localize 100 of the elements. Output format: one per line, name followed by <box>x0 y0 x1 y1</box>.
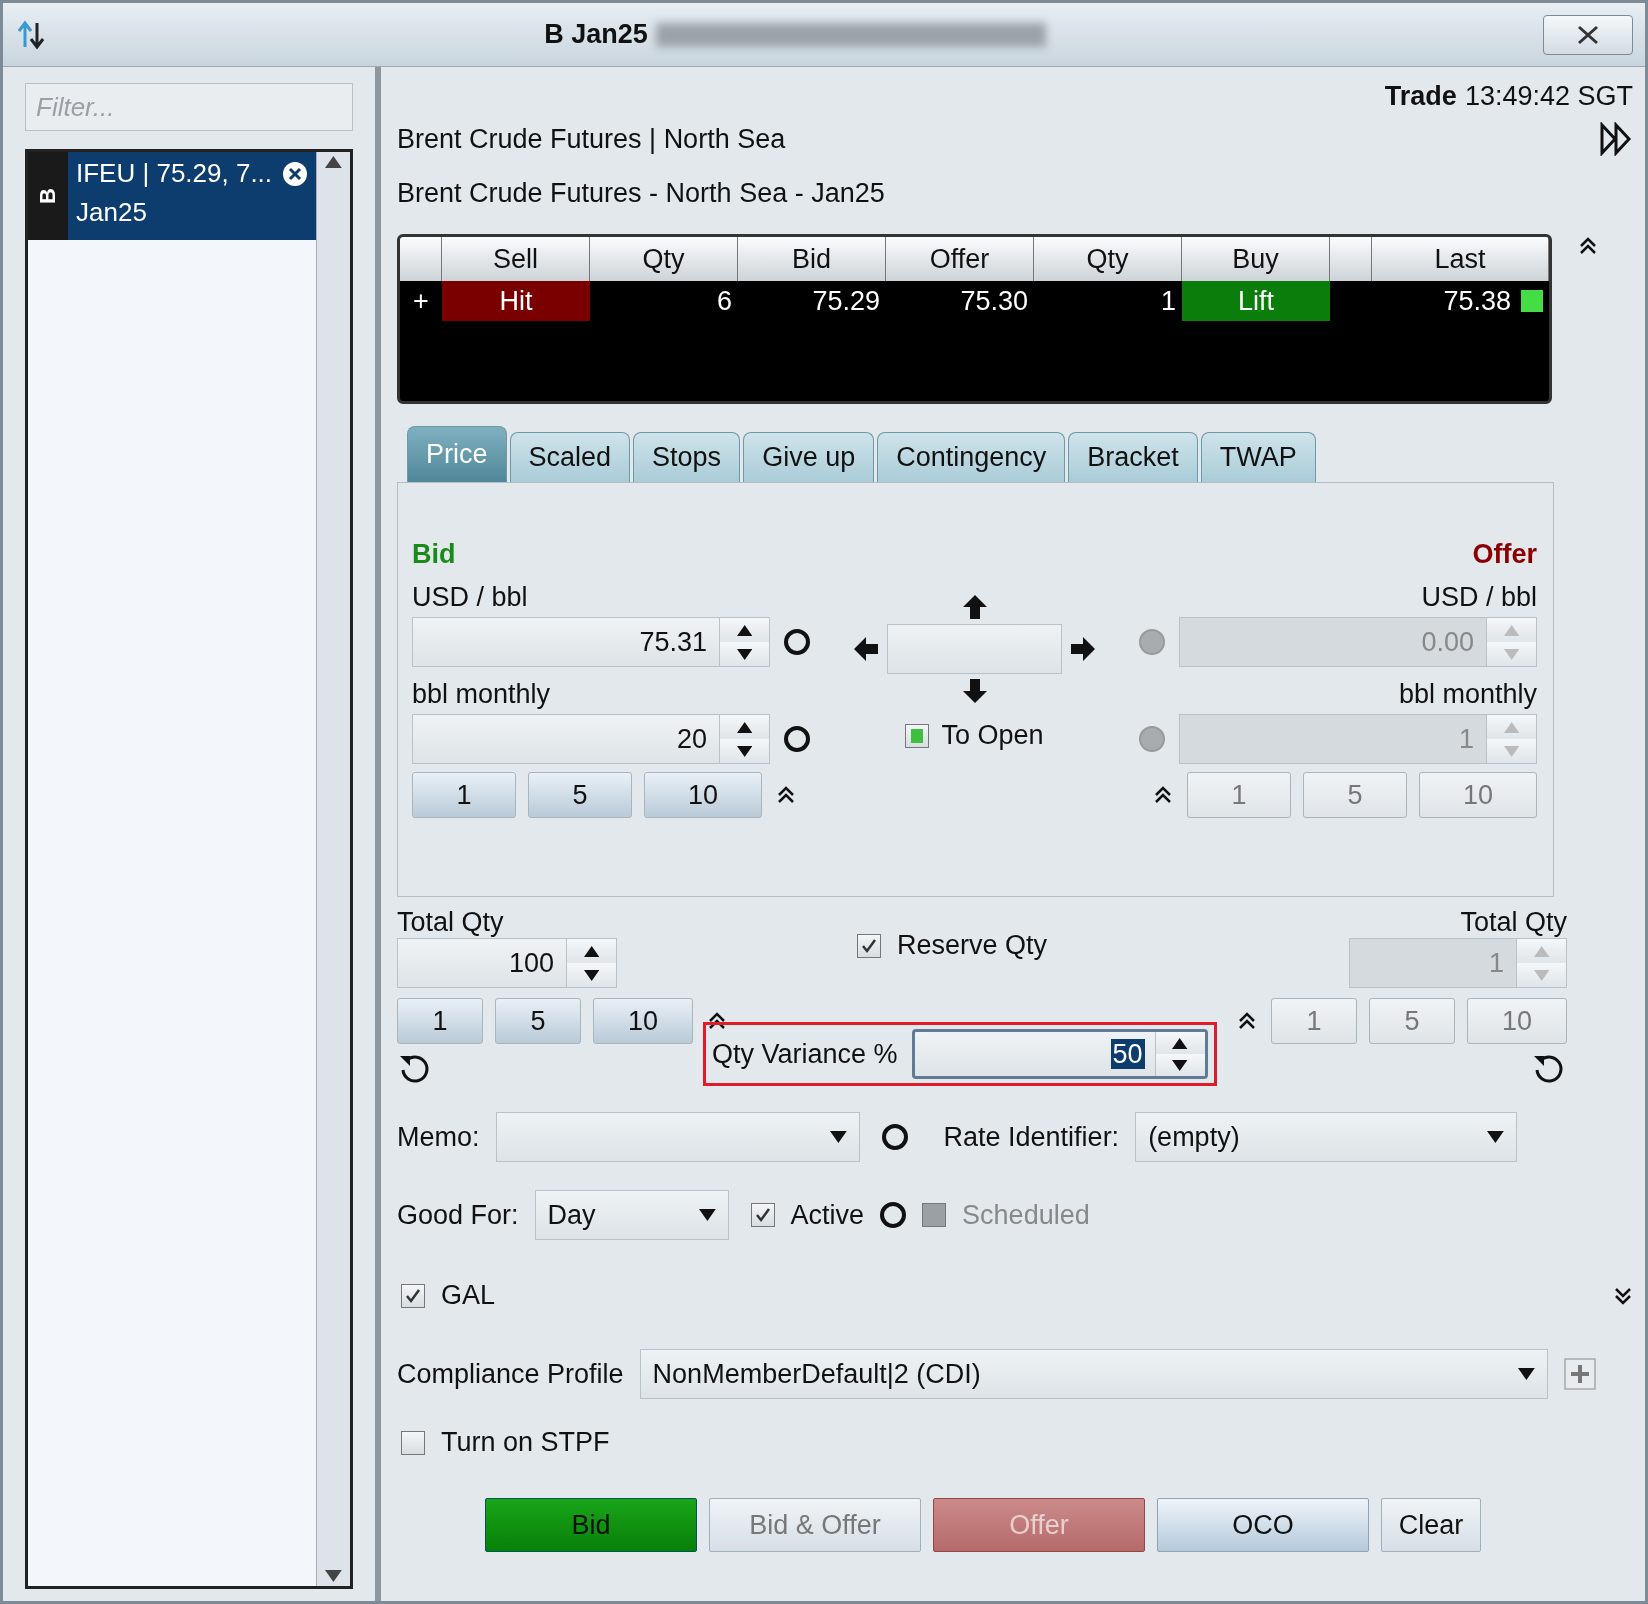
number-field[interactable]: 20 <box>412 714 770 764</box>
remove-icon[interactable] <box>282 160 308 187</box>
column-header <box>1330 237 1372 281</box>
down-arrow-icon <box>736 648 753 660</box>
rate-dropdown[interactable]: (empty) <box>1135 1112 1518 1162</box>
down-arrow-icon <box>829 1131 847 1143</box>
down-arrow-icon <box>698 1209 716 1221</box>
column-header: Qty <box>1034 237 1182 281</box>
down-arrow-icon <box>1533 969 1550 981</box>
spin-up-button[interactable] <box>720 715 769 739</box>
increment-button[interactable]: 1 <box>397 998 483 1044</box>
number-field[interactable]: 50 <box>911 1029 1208 1079</box>
up-arrow-icon <box>1172 1037 1188 1049</box>
lift-button[interactable]: Lift <box>1182 281 1330 321</box>
arrow-icon[interactable] <box>853 636 879 662</box>
checkbox[interactable] <box>750 1203 775 1227</box>
checkbox[interactable] <box>401 1283 425 1308</box>
trade-time: 13:49:42 SGT <box>1464 81 1633 112</box>
column-header: Sell <box>442 237 590 281</box>
compliance-dropdown[interactable]: NonMemberDefault|2 (CDI) <box>639 1349 1548 1399</box>
spin-up-button[interactable] <box>720 618 769 642</box>
checkbox-label: GAL <box>441 1280 496 1311</box>
list-item[interactable]: B IFEU | 75.29, 7... Jan25 <box>28 152 316 240</box>
checkbox-label: Scheduled <box>962 1199 1090 1231</box>
spin-up-button[interactable] <box>1155 1032 1205 1054</box>
increment-button[interactable]: 1 <box>412 772 516 818</box>
field-label: USD / bbl <box>412 582 528 613</box>
table-cell-text: 6 <box>715 284 733 318</box>
collapse-icon[interactable] <box>707 1011 727 1031</box>
increment-button[interactable]: 5 <box>528 772 632 818</box>
table-cell: 75.38 <box>1443 285 1511 317</box>
action-button[interactable]: OCO <box>1157 1498 1369 1552</box>
spin-up-button[interactable] <box>567 939 616 963</box>
checkbox[interactable] <box>905 723 930 748</box>
checkbox-label: Turn on STPF <box>441 1427 610 1458</box>
tab[interactable]: Bracket <box>1068 432 1198 482</box>
table-cell-text: 1 <box>1159 284 1177 318</box>
add-icon[interactable] <box>1563 1358 1596 1390</box>
table-cell-text: 75.29 <box>811 284 881 318</box>
radio-button[interactable] <box>881 1124 908 1150</box>
market-title: Brent Crude Futures | North Sea <box>397 123 786 155</box>
collapse-icon[interactable] <box>1153 785 1173 805</box>
down-arrow-icon <box>583 969 600 981</box>
radio-button[interactable] <box>880 1202 907 1228</box>
down-arrow-icon <box>1503 648 1520 660</box>
tab[interactable]: Scaled <box>509 432 631 482</box>
up-arrow-icon <box>325 156 342 168</box>
arrow-icon[interactable] <box>1070 636 1096 662</box>
checkbox[interactable] <box>857 933 881 958</box>
spin-down-button[interactable] <box>720 642 769 666</box>
collapse-icon[interactable] <box>1578 236 1598 256</box>
tab[interactable]: Give up <box>743 432 875 482</box>
sort-icon[interactable] <box>15 18 47 51</box>
dropdown-value: Day <box>547 1199 596 1231</box>
contract-title: Brent Crude Futures - North Sea - Jan25 <box>397 177 885 209</box>
checkbox[interactable] <box>401 1430 425 1455</box>
column-header: Offer <box>886 237 1034 281</box>
down-arrow-icon <box>1487 1131 1505 1143</box>
arrow-icon[interactable] <box>961 594 988 620</box>
price-field[interactable] <box>887 624 1062 674</box>
filter-field[interactable]: Filter... <box>25 83 353 131</box>
tab[interactable]: Contingency <box>877 432 1066 482</box>
good-for-dropdown[interactable]: Day <box>534 1190 729 1240</box>
up-arrow-icon <box>1503 721 1520 733</box>
tab[interactable]: TWAP <box>1200 432 1316 482</box>
scrollbar[interactable] <box>316 152 350 1586</box>
column-header: Last <box>1372 237 1549 281</box>
arrow-icon[interactable] <box>961 678 988 704</box>
column-header: Buy <box>1182 237 1330 281</box>
expand-icon[interactable] <box>1613 1285 1633 1306</box>
collapse-icon[interactable] <box>776 785 796 805</box>
spin-down-button[interactable] <box>1155 1054 1205 1076</box>
up-arrow-icon <box>736 721 753 733</box>
field-label: Rate Identifier: <box>943 1121 1120 1153</box>
number-field[interactable]: 100 <box>397 938 617 988</box>
fast-forward-icon[interactable] <box>1599 122 1633 156</box>
side-tag: B <box>35 188 61 204</box>
item-subtitle: Jan25 <box>76 197 148 228</box>
hit-button[interactable]: Hit <box>442 281 590 321</box>
expand-toggle[interactable]: + <box>400 281 442 321</box>
number-field[interactable]: 75.31 <box>412 617 770 667</box>
checkbox-label: To Open <box>941 720 1044 751</box>
increment-button[interactable]: 10 <box>593 998 693 1044</box>
down-arrow-icon <box>1172 1059 1188 1071</box>
radio-button[interactable] <box>784 629 810 655</box>
close-icon <box>1576 24 1600 45</box>
tab[interactable]: Stops <box>633 432 741 482</box>
down-arrow-icon <box>736 745 753 757</box>
action-button[interactable]: Bid <box>485 1498 697 1552</box>
action-button[interactable]: Clear <box>1381 1498 1481 1552</box>
dropdown-value: NonMemberDefault|2 (CDI) <box>652 1358 981 1390</box>
radio-button[interactable] <box>784 726 810 752</box>
field-label: Total Qty <box>397 907 504 938</box>
close-button[interactable] <box>1543 14 1633 55</box>
spin-down-button[interactable] <box>720 739 769 763</box>
collapse-icon[interactable] <box>1237 1011 1257 1031</box>
spin-down-button[interactable] <box>567 963 616 987</box>
increment-button[interactable]: 5 <box>495 998 581 1044</box>
column-header <box>400 237 442 281</box>
increment-button[interactable]: 10 <box>644 772 762 818</box>
